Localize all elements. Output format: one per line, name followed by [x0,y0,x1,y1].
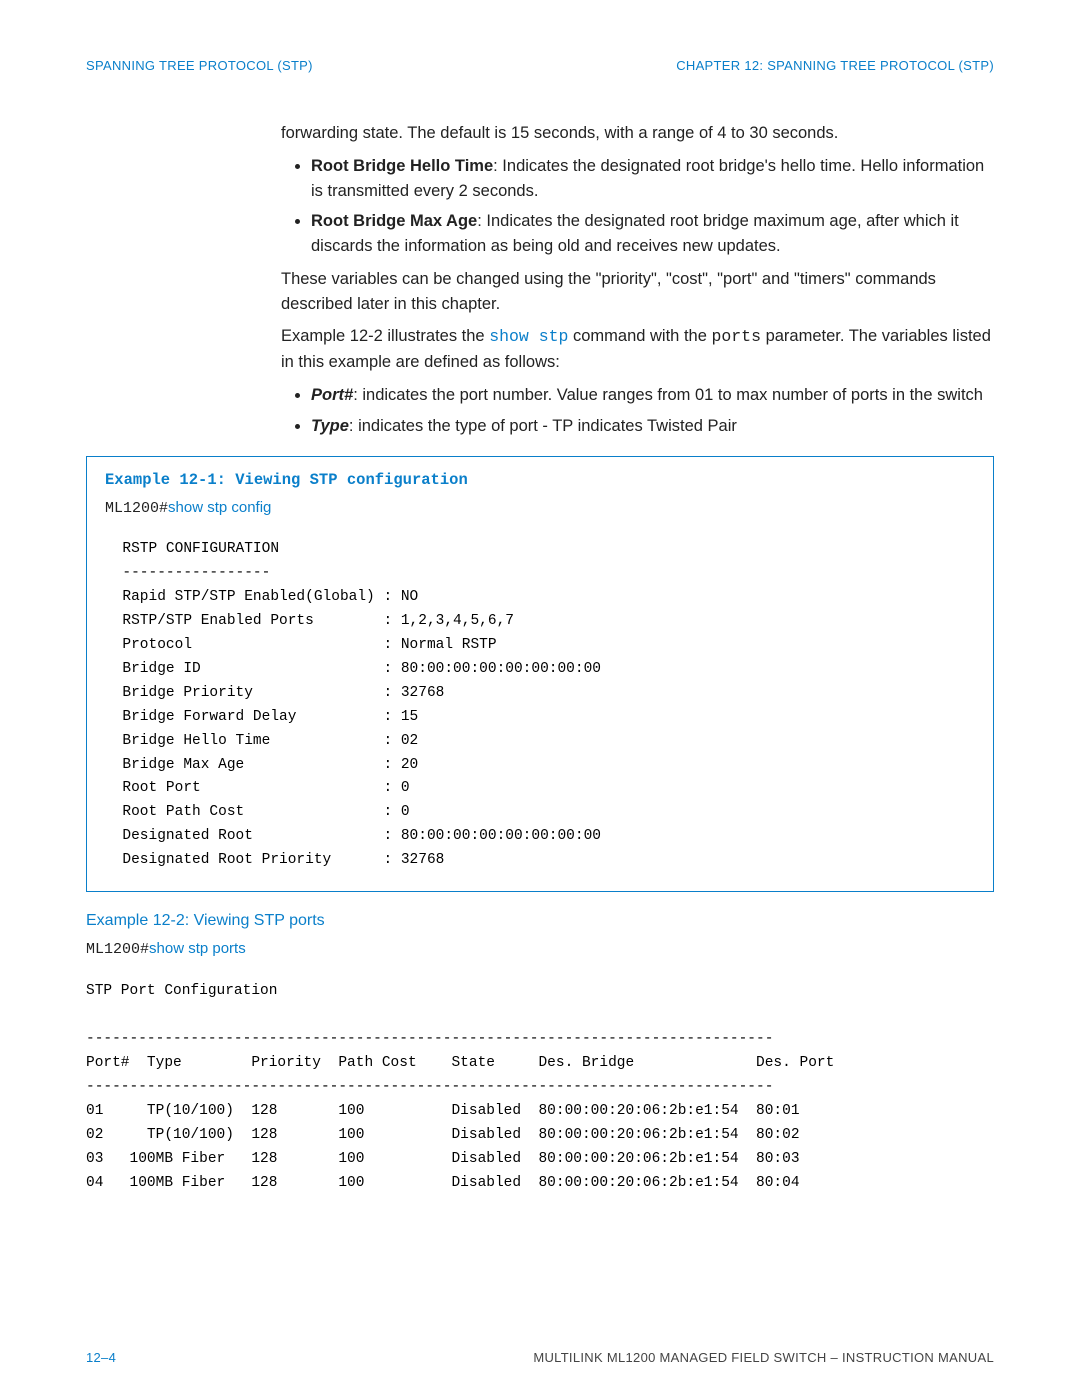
example-12-2-cmd: ML1200#show stp ports [86,940,994,958]
cmd-2: show stp ports [149,940,246,957]
continuation-line: forwarding state. The default is 15 seco… [281,121,994,146]
header-right: CHAPTER 12: SPANNING TREE PROTOCOL (STP) [676,58,994,73]
term-port: Port# [311,386,353,404]
def-hello: Root Bridge Hello Time: Indicates the de… [311,154,994,204]
text-port: : indicates the port number. Value range… [353,386,983,404]
example-12-2-title: Example 12-2: Viewing STP ports [86,912,994,930]
term-hello: Root Bridge Hello Time [311,157,493,175]
definition-list-2: Port#: indicates the port number. Value … [281,383,994,439]
example-12-2-output: STP Port Configuration -----------------… [86,980,994,1195]
body-text: forwarding state. The default is 15 seco… [281,121,994,438]
def-type: Type: indicates the type of port - TP in… [311,414,994,439]
show-stp-cmd: show stp [489,327,568,346]
ports-param: ports [711,327,761,346]
footer-manual-title: MULTILINK ML1200 MANAGED FIELD SWITCH – … [533,1350,994,1365]
definition-list-1: Root Bridge Hello Time: Indicates the de… [281,154,994,259]
term-maxage: Root Bridge Max Age [311,212,477,230]
example-12-1-title: Example 12-1: Viewing STP configuration [105,471,975,489]
example-12-1-output: RSTP CONFIGURATION ----------------- Rap… [105,538,975,873]
para2b: command with the [568,327,711,345]
paragraph-2: Example 12-2 illustrates the show stp co… [281,324,994,375]
para2a: Example 12-2 illustrates the [281,327,489,345]
example-12-1-cmd: ML1200#show stp config [105,499,975,517]
page: SPANNING TREE PROTOCOL (STP) CHAPTER 12:… [0,0,1080,1397]
footer-page-number: 12–4 [86,1350,116,1365]
prompt-1: ML1200# [105,500,168,517]
prompt-2: ML1200# [86,941,149,958]
page-footer: 12–4 MULTILINK ML1200 MANAGED FIELD SWIT… [86,1350,994,1365]
header-left: SPANNING TREE PROTOCOL (STP) [86,58,313,73]
page-header: SPANNING TREE PROTOCOL (STP) CHAPTER 12:… [86,58,994,73]
cmd-1: show stp config [168,499,271,516]
example-12-1-box: Example 12-1: Viewing STP configuration … [86,456,994,892]
term-type: Type [311,417,349,435]
def-port: Port#: indicates the port number. Value … [311,383,994,408]
def-maxage: Root Bridge Max Age: Indicates the desig… [311,209,994,259]
paragraph-1: These variables can be changed using the… [281,267,994,317]
text-type: : indicates the type of port - TP indica… [349,417,737,435]
